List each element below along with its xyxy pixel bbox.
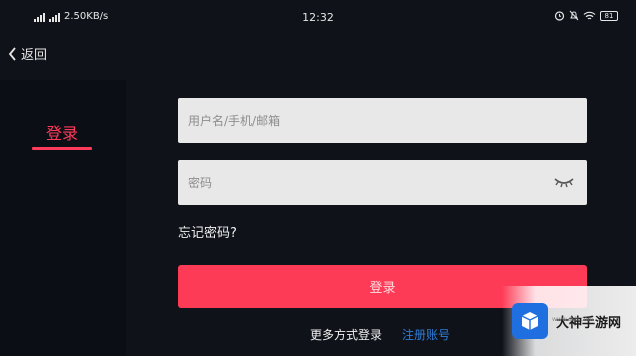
- username-field-container: [178, 98, 587, 143]
- status-right: 81: [554, 10, 618, 21]
- more-login-options-link[interactable]: 更多方式登录: [310, 326, 382, 343]
- password-field-container: [178, 160, 587, 205]
- watermark-site: www.dsh.com: [552, 316, 594, 323]
- wifi-icon: [583, 11, 596, 19]
- bottom-links: 更多方式登录 注册账号: [310, 326, 450, 343]
- eye-closed-icon[interactable]: [553, 174, 575, 190]
- forgot-password-link[interactable]: 忘记密码?: [178, 222, 237, 241]
- chevron-left-icon: [8, 46, 16, 61]
- sidebar: 登录: [0, 80, 126, 356]
- status-time: 12:32: [302, 11, 334, 24]
- battery-icon: 81: [600, 10, 618, 21]
- mute-icon: [569, 10, 579, 21]
- password-input[interactable]: [188, 175, 528, 190]
- back-label: 返回: [21, 48, 48, 63]
- tab-login[interactable]: 登录: [32, 120, 92, 144]
- status-bar: 2.50KB/s 12:32 81: [0, 0, 636, 36]
- watermark-logo-icon: [512, 303, 548, 339]
- alarm-icon: [554, 11, 565, 21]
- username-input[interactable]: [188, 113, 528, 128]
- back-button[interactable]: 返回: [8, 44, 47, 63]
- tab-active-indicator: [32, 147, 92, 150]
- register-link[interactable]: 注册账号: [402, 326, 450, 343]
